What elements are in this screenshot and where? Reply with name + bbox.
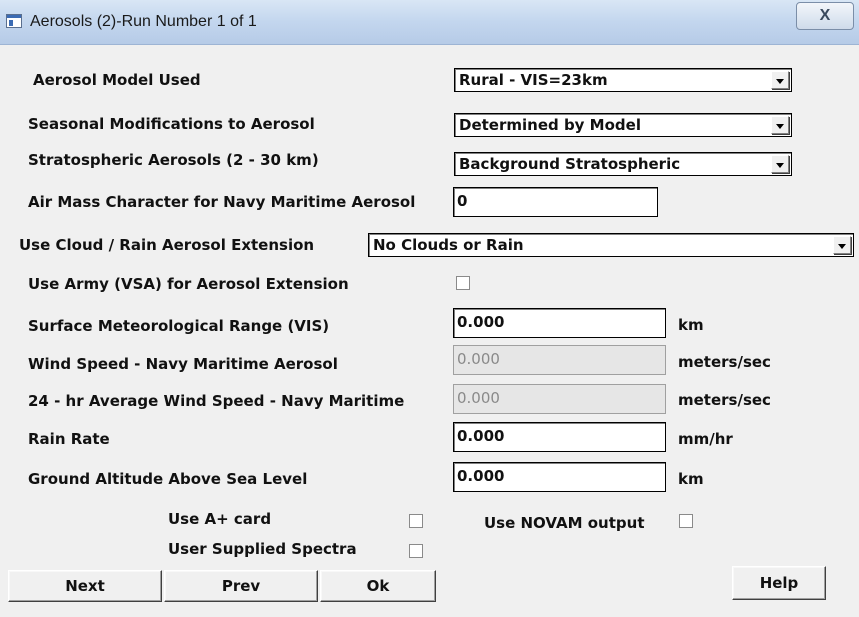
- aerosol-model-label: Aerosol Model Used: [33, 71, 201, 89]
- a-plus-checkbox[interactable]: [409, 514, 423, 528]
- wind-avg-input: 0.000: [453, 384, 666, 414]
- strato-value: Background Stratospheric: [459, 155, 681, 173]
- help-button[interactable]: Help: [732, 566, 826, 600]
- air-mass-label: Air Mass Character for Navy Maritime Aer…: [28, 193, 416, 211]
- prev-button[interactable]: Prev: [164, 570, 318, 602]
- vis-label: Surface Meteorological Range (VIS): [28, 317, 330, 335]
- chevron-down-icon[interactable]: [771, 116, 789, 134]
- chevron-down-icon[interactable]: [771, 155, 789, 173]
- window-icon: [6, 14, 22, 28]
- cloud-rain-value: No Clouds or Rain: [373, 236, 524, 254]
- rain-rate-input[interactable]: 0.000: [453, 422, 666, 452]
- wind-speed-value: 0.000: [457, 350, 500, 368]
- aerosol-model-value: Rural - VIS=23km: [459, 71, 608, 89]
- air-mass-value: 0: [457, 192, 468, 210]
- user-spectra-checkbox[interactable]: [409, 544, 423, 558]
- rain-rate-unit: mm/hr: [678, 430, 733, 448]
- rain-rate-label: Rain Rate: [28, 430, 110, 448]
- vis-unit: km: [678, 316, 704, 334]
- seasonal-label: Seasonal Modifications to Aerosol: [28, 115, 315, 133]
- army-vsa-label: Use Army (VSA) for Aerosol Extension: [28, 275, 349, 293]
- ground-alt-label: Ground Altitude Above Sea Level: [28, 470, 308, 488]
- air-mass-input[interactable]: 0: [453, 187, 658, 217]
- seasonal-value: Determined by Model: [459, 116, 641, 134]
- wind-speed-unit: meters/sec: [678, 353, 771, 371]
- aerosol-model-select[interactable]: Rural - VIS=23km: [454, 68, 792, 92]
- vis-value: 0.000: [457, 313, 505, 331]
- ground-alt-value: 0.000: [457, 467, 505, 485]
- title-bar: Aerosols (2)-Run Number 1 of 1 X: [0, 0, 859, 45]
- strato-label: Stratospheric Aerosols (2 - 30 km): [28, 151, 319, 169]
- novam-label: Use NOVAM output: [484, 514, 645, 532]
- novam-checkbox[interactable]: [679, 514, 693, 528]
- wind-avg-value: 0.000: [457, 389, 500, 407]
- ground-alt-input[interactable]: 0.000: [453, 462, 666, 492]
- ok-button[interactable]: Ok: [320, 570, 436, 602]
- cloud-rain-label: Use Cloud / Rain Aerosol Extension: [19, 236, 315, 254]
- vis-input[interactable]: 0.000: [453, 308, 666, 338]
- rain-rate-value: 0.000: [457, 427, 505, 445]
- chevron-down-icon[interactable]: [771, 71, 789, 89]
- army-vsa-checkbox[interactable]: [456, 276, 470, 290]
- close-button[interactable]: X: [796, 2, 854, 30]
- strato-select[interactable]: Background Stratospheric: [454, 152, 792, 176]
- wind-avg-unit: meters/sec: [678, 391, 771, 409]
- ground-alt-unit: km: [678, 470, 704, 488]
- wind-speed-label: Wind Speed - Navy Maritime Aerosol: [28, 355, 338, 373]
- next-button[interactable]: Next: [8, 570, 162, 602]
- window-title: Aerosols (2)-Run Number 1 of 1: [30, 13, 257, 30]
- user-spectra-label: User Supplied Spectra: [168, 540, 357, 558]
- seasonal-select[interactable]: Determined by Model: [454, 113, 792, 137]
- a-plus-label: Use A+ card: [168, 510, 272, 528]
- wind-speed-input: 0.000: [453, 345, 666, 375]
- wind-avg-label: 24 - hr Average Wind Speed - Navy Mariti…: [28, 392, 405, 410]
- cloud-rain-select[interactable]: No Clouds or Rain: [368, 233, 854, 257]
- chevron-down-icon[interactable]: [833, 236, 851, 254]
